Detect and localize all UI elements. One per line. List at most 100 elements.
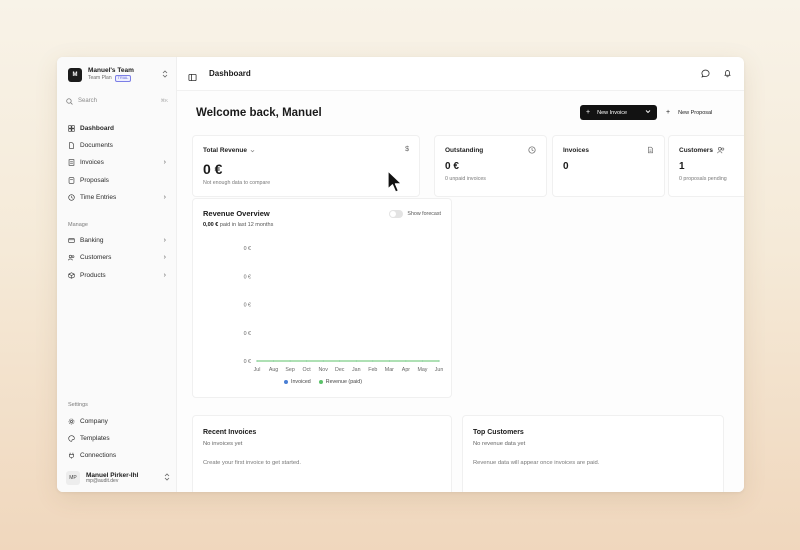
x-tick-label: Dec xyxy=(335,367,345,373)
palette-icon xyxy=(68,434,75,442)
new-proposal-button[interactable]: + New Proposal xyxy=(666,105,726,120)
sidebar-item-dashboard[interactable]: Dashboard xyxy=(66,121,170,135)
plus-icon: + xyxy=(586,109,591,116)
x-tick-label: Jun xyxy=(435,367,444,373)
card-title: Customers xyxy=(679,147,713,154)
chevron-down-icon[interactable] xyxy=(645,109,651,116)
sidebar: M Manuel's Team Team Plan TRIAL Search ⌘… xyxy=(57,57,177,492)
team-switcher[interactable]: M Manuel's Team Team Plan TRIAL xyxy=(68,66,168,84)
sidebar-item-label: Products xyxy=(80,271,106,279)
sidebar-item-time-entries[interactable]: Time Entries › xyxy=(66,190,170,204)
data-point xyxy=(355,360,357,362)
bell-icon[interactable] xyxy=(723,65,732,83)
user-menu[interactable]: MP Manuel Pirker-Ihl mp@audit.dev xyxy=(66,470,170,486)
x-tick-label: Sep xyxy=(285,367,294,373)
forecast-label: Show forecast xyxy=(407,211,441,217)
dollar-icon: $ xyxy=(405,146,409,153)
app-window: M Manuel's Team Team Plan TRIAL Search ⌘… xyxy=(57,57,744,492)
sidebar-item-templates[interactable]: Templates xyxy=(66,431,170,445)
section-label-settings: Settings xyxy=(68,402,88,408)
total-revenue-sub: Not enough data to compare xyxy=(203,180,271,186)
welcome-heading: Welcome back, Manuel xyxy=(196,107,322,119)
search-icon xyxy=(66,97,73,105)
y-tick-label: 0 € xyxy=(244,331,251,337)
document-icon xyxy=(647,146,654,156)
legend-swatch xyxy=(284,379,289,384)
y-tick-label: 0 € xyxy=(244,246,251,252)
x-tick-label: Mar xyxy=(385,367,394,373)
team-logo: M xyxy=(68,68,82,82)
invoices-card[interactable]: Invoices 0 xyxy=(552,135,665,197)
chevron-updown-icon xyxy=(164,473,170,483)
search-input[interactable]: Search ⌘K xyxy=(66,95,168,107)
sidebar-item-proposals[interactable]: Proposals xyxy=(66,173,170,187)
revenue-chart: 0 €0 €0 €0 €0 €Jul Aug Sep Oct Nov Dec Jan Feb M… xyxy=(244,246,444,373)
top-customers-card: Top Customers No revenue data yet Revenu… xyxy=(462,415,724,492)
legend-item: Invoiced xyxy=(284,379,311,385)
top-customers-title: Top Customers xyxy=(473,429,524,436)
card-title: Invoices xyxy=(563,147,590,154)
user-email: mp@audit.dev xyxy=(86,477,119,484)
sidebar-item-label: Company xyxy=(80,417,108,425)
trial-badge: TRIAL xyxy=(114,75,132,83)
paid-amount: 0,00 € xyxy=(203,222,219,228)
data-point xyxy=(339,360,341,362)
customers-card[interactable]: Customers 1 0 proposals pending xyxy=(668,135,744,197)
recent-invoices-card: Recent Invoices No invoices yet Create y… xyxy=(192,415,452,492)
chevron-right-icon: › xyxy=(163,271,166,279)
data-point xyxy=(306,360,308,362)
data-point xyxy=(272,360,275,362)
sidebar-item-label: Connections xyxy=(80,451,117,459)
legend-label: Revenue (paid) xyxy=(325,379,362,385)
paid-amount-suffix: paid in last 12 months xyxy=(219,222,274,228)
sidebar-item-company[interactable]: Company xyxy=(66,414,170,428)
sidebar-item-customers[interactable]: Customers › xyxy=(66,250,170,264)
sidebar-item-connections[interactable]: Connections xyxy=(66,448,170,462)
sidebar-toggle-icon[interactable] xyxy=(188,69,197,82)
card-title: Total Revenue xyxy=(203,147,247,154)
bank-icon xyxy=(68,237,75,244)
data-point xyxy=(388,360,390,362)
chevron-right-icon: › xyxy=(163,253,166,261)
box-icon xyxy=(68,271,75,279)
plus-icon: + xyxy=(666,109,671,116)
main-content: Welcome back, Manuel + New Invoice + New… xyxy=(177,91,744,492)
new-invoice-button[interactable]: + New Invoice xyxy=(580,105,657,120)
chat-icon[interactable] xyxy=(701,65,710,83)
legend-item: Revenue (paid) xyxy=(318,379,362,385)
x-tick-label: May xyxy=(417,367,427,373)
clock-icon xyxy=(68,193,75,201)
mouse-cursor-icon xyxy=(387,170,403,193)
chevron-down-icon[interactable] xyxy=(250,149,255,153)
sidebar-item-invoices[interactable]: Invoices › xyxy=(66,155,170,169)
card-title: Outstanding xyxy=(445,147,484,154)
y-tick-label: 0 € xyxy=(244,274,251,280)
outstanding-card[interactable]: Outstanding 0 € 0 unpaid invoices xyxy=(434,135,547,197)
legend-label: Invoiced xyxy=(291,379,311,385)
gear-icon xyxy=(68,418,75,425)
new-invoice-label: New Invoice xyxy=(597,109,628,116)
dashboard-icon xyxy=(68,124,75,132)
recent-invoices-title: Recent Invoices xyxy=(203,429,257,436)
sidebar-item-products[interactable]: Products › xyxy=(66,268,170,282)
sidebar-item-label: Banking xyxy=(80,236,104,244)
sidebar-item-label: Time Entries xyxy=(80,193,117,201)
y-tick-label: 0 € xyxy=(244,303,251,309)
chart-legend: Invoiced Revenue (paid) xyxy=(193,379,453,385)
x-tick-label: Jan xyxy=(352,367,361,373)
forecast-toggle[interactable]: Show forecast xyxy=(389,210,441,218)
sidebar-item-label: Customers xyxy=(80,253,112,261)
data-point xyxy=(256,360,258,362)
sidebar-item-banking[interactable]: Banking › xyxy=(66,233,170,247)
chevron-right-icon: › xyxy=(163,193,166,201)
customers-icon xyxy=(717,146,725,156)
search-label: Search xyxy=(78,98,98,104)
total-revenue-card[interactable]: Total Revenue $ 0 € Not enough data to c… xyxy=(192,135,420,197)
forecast-switch[interactable] xyxy=(389,210,404,218)
sidebar-item-label: Invoices xyxy=(80,158,104,166)
team-plan: Team Plan xyxy=(88,75,112,82)
top-customers-message: Revenue data will appear once invoices a… xyxy=(473,460,600,466)
sidebar-item-documents[interactable]: Documents xyxy=(66,138,170,152)
top-bar: Dashboard xyxy=(177,57,744,91)
data-point xyxy=(405,360,407,362)
